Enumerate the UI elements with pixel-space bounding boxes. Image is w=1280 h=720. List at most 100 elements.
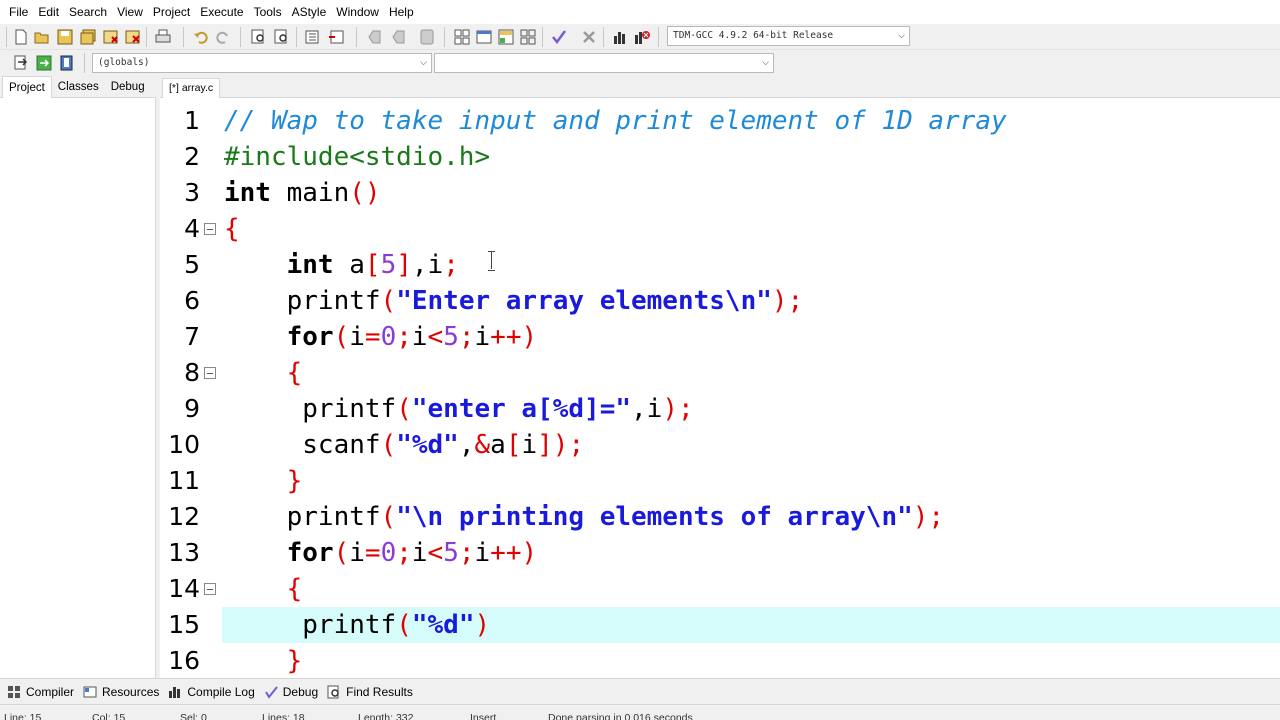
- find-icon[interactable]: [250, 28, 267, 45]
- profile-chart-icon[interactable]: [611, 28, 628, 45]
- open-icon[interactable]: [33, 28, 50, 45]
- toolbar-separator: [84, 53, 85, 73]
- scope-select[interactable]: (globals) ⌵: [92, 53, 432, 73]
- tab-find-results-label: Find Results: [346, 684, 413, 699]
- code-line: 2 #include<stdio.h>: [160, 139, 1280, 175]
- chevron-down-icon: ⌵: [762, 58, 769, 68]
- toolbar-separator: [603, 27, 604, 47]
- code-line: 9 printf("enter a[%d]=",i);: [160, 391, 1280, 427]
- bookmark-list-icon[interactable]: [58, 54, 75, 71]
- line-number: 15: [168, 610, 200, 639]
- compiler-icon: [6, 684, 22, 700]
- code-line: 5 int a[5],i;: [160, 247, 1280, 283]
- tab-find-results[interactable]: Find Results: [326, 684, 413, 700]
- fold-toggle-icon[interactable]: [204, 223, 216, 235]
- line-number: 3: [184, 178, 200, 207]
- tab-array-c[interactable]: [*] array.c: [162, 78, 221, 99]
- goto-declaration-icon[interactable]: [12, 54, 29, 71]
- tab-debug-label: Debug: [282, 684, 319, 699]
- line-text: {: [224, 214, 240, 244]
- toggle-bookmark-icon[interactable]: [418, 28, 435, 45]
- code-line: 1 // Wap to take input and print element…: [160, 103, 1280, 139]
- status-insert-mode: Insert: [470, 712, 497, 720]
- line-number: 5: [184, 250, 200, 279]
- layout-icon[interactable]: [519, 28, 536, 45]
- print-icon[interactable]: [154, 28, 171, 45]
- window-icon[interactable]: [475, 28, 492, 45]
- code-line: 14 {: [160, 571, 1280, 607]
- menu-edit[interactable]: Edit: [33, 0, 64, 24]
- editor-tab-strip: [*] array.c: [160, 76, 1280, 99]
- project-panel: Project Classes Debug: [0, 76, 156, 678]
- new-file-icon[interactable]: [12, 28, 29, 45]
- compiler-select[interactable]: TDM-GCC 4.9.2 64-bit Release ⌵: [667, 26, 910, 46]
- save-icon[interactable]: [56, 28, 73, 45]
- left-panel-tabs: Project Classes Debug: [0, 76, 156, 98]
- line-text: {: [286, 574, 303, 604]
- bookmark-next-icon[interactable]: [390, 28, 407, 45]
- toolbar-separator: [296, 27, 297, 47]
- tab-resources[interactable]: Resources: [82, 684, 159, 700]
- line-number: 16: [168, 646, 200, 675]
- check-syntax-icon[interactable]: [550, 28, 567, 45]
- menu-file[interactable]: File: [4, 0, 33, 24]
- status-selection: Sel: 0: [180, 712, 207, 720]
- menu-project[interactable]: Project: [148, 0, 195, 24]
- toolbar-separator: [6, 27, 7, 47]
- redo-icon[interactable]: [214, 28, 231, 45]
- code-line: 3 int main(): [160, 175, 1280, 211]
- line-number: 12: [168, 502, 200, 531]
- line-number: 1: [184, 106, 200, 135]
- tab-compile-log[interactable]: Compile Log: [167, 684, 255, 700]
- tab-project[interactable]: Project: [2, 76, 52, 98]
- line-text: for(i=0;i<5;i++): [286, 322, 538, 352]
- bookmark-prev-icon[interactable]: [366, 28, 383, 45]
- tab-debug[interactable]: Debug: [105, 76, 151, 98]
- code-line: 16 }: [160, 643, 1280, 678]
- resources-icon: [82, 684, 98, 700]
- status-lines: Lines: 18: [262, 712, 305, 720]
- fold-toggle-icon[interactable]: [204, 367, 216, 379]
- code-line: 8 {: [160, 355, 1280, 391]
- stop-execution-icon[interactable]: [580, 28, 597, 45]
- secondary-toolbar: (globals) ⌵ ⌵: [0, 50, 1280, 76]
- close-file-icon[interactable]: [102, 28, 119, 45]
- save-all-icon[interactable]: [79, 28, 96, 45]
- class-browser-icon[interactable]: [497, 28, 514, 45]
- line-text: printf("%d"): [302, 610, 491, 640]
- code-editor[interactable]: 1 // Wap to take input and print element…: [160, 98, 1280, 678]
- status-message: Done parsing in 0.016 seconds: [548, 712, 693, 720]
- menu-search[interactable]: Search: [64, 0, 112, 24]
- line-text: {: [286, 358, 303, 388]
- line-text: #include<stdio.h>: [224, 142, 491, 172]
- replace-icon[interactable]: [273, 28, 290, 45]
- undo-icon[interactable]: [192, 28, 209, 45]
- line-number: 11: [168, 466, 200, 495]
- unindent-icon[interactable]: [327, 28, 344, 45]
- line-text: }: [286, 646, 303, 676]
- tab-compiler[interactable]: Compiler: [6, 684, 74, 700]
- code-line: 13 for(i=0;i<5;i++): [160, 535, 1280, 571]
- line-number: 2: [184, 142, 200, 171]
- line-number: 9: [184, 394, 200, 423]
- delete-profile-icon[interactable]: [633, 28, 650, 45]
- line-text: printf("Enter array elements\n");: [286, 286, 804, 316]
- menu-window[interactable]: Window: [331, 0, 384, 24]
- close-all-icon[interactable]: [124, 28, 141, 45]
- tab-debug-output[interactable]: Debug: [263, 684, 318, 700]
- menu-astyle[interactable]: AStyle: [287, 0, 332, 24]
- menu-tools[interactable]: Tools: [249, 0, 287, 24]
- line-number: 13: [168, 538, 200, 567]
- code-line: 7 for(i=0;i<5;i++): [160, 319, 1280, 355]
- bottom-panel-tabs: Compiler Resources Compile Log Debug Fin…: [0, 678, 1280, 704]
- symbol-select[interactable]: ⌵: [434, 53, 774, 73]
- fold-toggle-icon[interactable]: [204, 583, 216, 595]
- toolbar-separator: [658, 27, 659, 47]
- tab-classes[interactable]: Classes: [52, 76, 105, 98]
- indent-icon[interactable]: [304, 28, 321, 45]
- goto-definition-icon[interactable]: [35, 54, 52, 71]
- new-project-icon[interactable]: [453, 28, 470, 45]
- menu-execute[interactable]: Execute: [195, 0, 248, 24]
- menu-help[interactable]: Help: [384, 0, 419, 24]
- menu-view[interactable]: View: [112, 0, 148, 24]
